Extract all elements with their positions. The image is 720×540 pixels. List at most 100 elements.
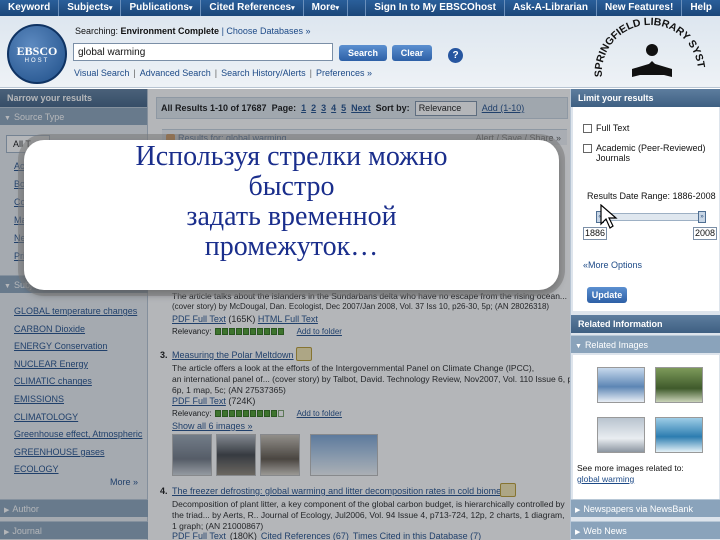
page-link-5[interactable]: 5 <box>341 103 346 113</box>
pdf-full-text-link[interactable]: PDF Full Text <box>172 314 226 324</box>
nav-new-features[interactable]: New Features! <box>595 0 681 16</box>
subjects-more-link[interactable]: More » <box>110 477 138 487</box>
peer-reviewed-option[interactable]: Academic (Peer-Reviewed) Journals <box>583 143 706 163</box>
visual-search-link[interactable]: Visual Search <box>74 68 129 78</box>
callout-line-4: промежуток… <box>204 231 379 262</box>
nav-cited-references[interactable]: Cited References▾ <box>201 0 304 16</box>
nav-publications[interactable]: Publications▾ <box>121 0 202 16</box>
source-type-label: Source Type <box>13 112 65 122</box>
caret-down-icon: ▾ <box>188 5 193 12</box>
result-3-relevancy: Relevancy: Add to folder <box>172 409 342 418</box>
result-4-title[interactable]: The freezer defrosting: global warming a… <box>172 486 506 496</box>
callout-line-1: Используя стрелки можно <box>135 141 448 172</box>
results-toolbar: All Results 1-10 of 17687 Page: 1 2 3 4 … <box>156 97 568 119</box>
search-history-link[interactable]: Search History/Alerts <box>221 68 306 78</box>
subject-link[interactable]: NUCLEAR Energy <box>14 356 146 374</box>
top-navigation: Keyword Subjects▾ Publications▾ Cited Re… <box>0 0 720 16</box>
update-button[interactable]: Update <box>587 287 627 303</box>
next-page-link[interactable]: Next <box>351 103 371 113</box>
subject-link[interactable]: GLOBAL temperature changes <box>14 303 146 321</box>
peer-reviewed-line-1: Academic (Peer-Reviewed) <box>596 143 706 153</box>
add-range-link[interactable]: Add (1-10) <box>482 103 525 113</box>
limit-results-header: Limit your results <box>571 89 720 107</box>
web-news-header[interactable]: ▶ Web News <box>571 521 720 539</box>
see-more-link[interactable]: global warming <box>577 474 634 484</box>
nav-more[interactable]: More▾ <box>304 0 349 16</box>
result-3-title[interactable]: Measuring the Polar Meltdown <box>172 350 294 360</box>
cited-references-link[interactable]: Cited References (67) <box>261 531 349 540</box>
journal-facet-header[interactable]: ▶ Journal <box>0 521 148 539</box>
nav-help[interactable]: Help <box>681 0 720 16</box>
result-image-thumbnail[interactable] <box>260 434 300 476</box>
see-more-label: See more images related to: <box>577 463 684 473</box>
narrow-results-header: Narrow your results <box>0 89 147 107</box>
show-all-images-link[interactable]: Show all 6 images » <box>172 421 253 431</box>
page-link-3[interactable]: 3 <box>321 103 326 113</box>
separator: | <box>214 68 218 78</box>
subject-link[interactable]: Greenhouse effect, Atmospheric <box>14 426 146 444</box>
clear-button[interactable]: Clear <box>392 45 432 61</box>
html-full-text-link[interactable]: HTML Full Text <box>258 314 318 324</box>
related-images-header[interactable]: ▼ Related Images <box>571 335 720 353</box>
related-image[interactable] <box>597 367 645 403</box>
pdf-size: (724K) <box>228 396 256 406</box>
pdf-full-text-link[interactable]: PDF Full Text <box>172 396 226 406</box>
subject-link[interactable]: GREENHOUSE gases <box>14 444 146 462</box>
slider-right-handle[interactable]: » <box>698 211 706 223</box>
pdf-full-text-link[interactable]: PDF Full Text <box>172 531 226 540</box>
peer-reviewed-checkbox[interactable] <box>583 144 592 153</box>
preferences-link[interactable]: Preferences » <box>316 68 372 78</box>
nav-ask-a-librarian[interactable]: Ask-A-Librarian <box>503 0 596 16</box>
nav-subjects[interactable]: Subjects▾ <box>59 0 122 16</box>
source-type-header[interactable]: ▼ Source Type <box>0 107 147 125</box>
full-text-checkbox[interactable] <box>583 124 592 133</box>
help-icon[interactable]: ? <box>448 48 463 63</box>
result-image-thumbnail[interactable] <box>172 434 212 476</box>
newspapers-header[interactable]: ▶ Newspapers via NewsBank <box>571 499 720 517</box>
page-link-2[interactable]: 2 <box>311 103 316 113</box>
search-input[interactable]: global warming <box>73 43 333 61</box>
search-options-links: Visual Search | Advanced Search | Search H… <box>74 68 372 78</box>
peer-reviewed-label: Academic (Peer-Reviewed) Journals <box>596 143 706 163</box>
related-image[interactable] <box>597 417 645 453</box>
search-button[interactable]: Search <box>339 45 387 61</box>
full-text-option[interactable]: Full Text <box>583 123 629 133</box>
subject-link[interactable]: CLIMATOLOGY <box>14 409 146 427</box>
add-to-folder-link[interactable]: Add to folder <box>297 409 342 418</box>
page-link-1[interactable]: 1 <box>301 103 306 113</box>
year-to-input[interactable]: 2008 <box>693 227 717 240</box>
related-image[interactable] <box>655 367 703 403</box>
advanced-search-link[interactable]: Advanced Search <box>140 68 211 78</box>
logo-subtext: HOST <box>24 58 50 64</box>
subject-link[interactable]: CLIMATIC changes <box>14 373 146 391</box>
subject-link[interactable]: EMISSIONS <box>14 391 146 409</box>
searching-line: Searching: Environment Complete | Choose… <box>75 26 310 36</box>
author-facet-header[interactable]: ▶ Author <box>0 499 148 517</box>
result-2-source: (cover story) by McDougal, Dan. Ecologis… <box>172 302 550 311</box>
sort-select[interactable]: Relevance <box>414 100 477 116</box>
subject-link[interactable]: CARBON Dioxide <box>14 321 146 339</box>
more-options-link[interactable]: «More Options <box>583 260 642 270</box>
related-image[interactable] <box>655 417 703 453</box>
subject-link[interactable]: ENERGY Conservation <box>14 338 146 356</box>
result-image-thumbnail[interactable] <box>310 434 378 476</box>
result-image-thumbnail[interactable] <box>216 434 256 476</box>
springfield-library-logo: SPRINGFIELD LIBRARY SYSTEM <box>580 17 707 77</box>
choose-databases-link[interactable]: | Choose Databases » <box>222 26 311 36</box>
nav-keyword[interactable]: Keyword <box>0 0 60 16</box>
ebsco-host-logo[interactable]: EBSCO HOST <box>7 24 67 84</box>
relevancy-bar <box>214 410 284 417</box>
limit-results-panel: Full Text Academic (Peer-Reviewed) Journa… <box>573 107 719 311</box>
journal-label: Journal <box>12 526 42 536</box>
page-link-4[interactable]: 4 <box>331 103 336 113</box>
peer-reviewed-line-2: Journals <box>596 153 631 163</box>
add-to-folder-link[interactable]: Add to folder <box>297 327 342 336</box>
separator: | <box>309 68 312 78</box>
source-link-academic[interactable]: Ac <box>14 161 25 171</box>
times-cited-link[interactable]: Times Cited in this Database (7) <box>353 531 481 540</box>
sort-label: Sort by: <box>375 103 410 113</box>
relevancy-label: Relevancy: <box>172 409 212 418</box>
mouse-cursor-icon <box>600 204 618 229</box>
nav-sign-in[interactable]: Sign In to My EBSCOhost <box>365 0 504 16</box>
result-2-snippet: The article talks about the islanders in… <box>172 291 568 301</box>
